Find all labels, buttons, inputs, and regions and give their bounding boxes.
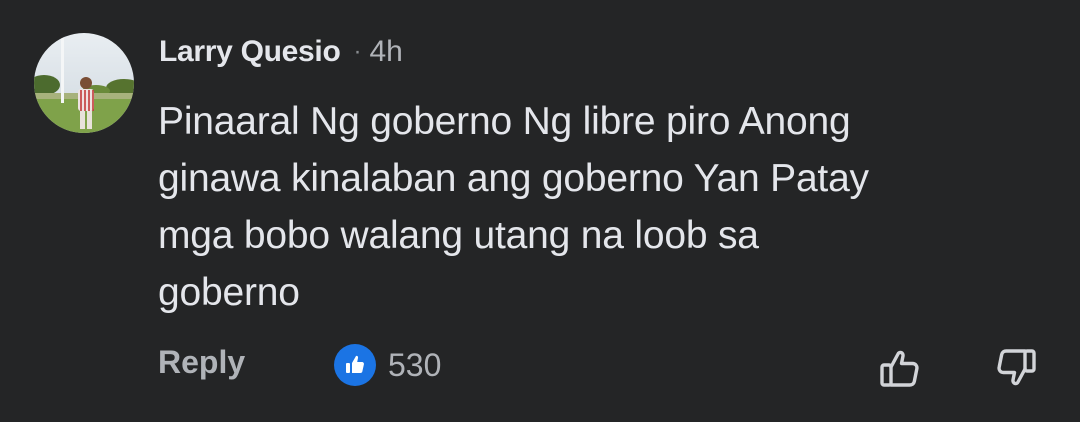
thumb-down-outline-icon [997, 349, 1036, 386]
comment-timestamp[interactable]: 4h [369, 35, 402, 69]
upvote-button[interactable] [878, 346, 922, 390]
avatar[interactable] [34, 33, 134, 133]
avatar-photo [34, 33, 134, 133]
comment-body: Pinaaral Ng goberno Ng libre piro Anong … [158, 100, 869, 314]
thumbs-up-icon [334, 344, 376, 386]
downvote-button[interactable] [994, 346, 1038, 390]
meta-separator: · [353, 38, 362, 65]
reaction-summary[interactable]: 530 [334, 343, 441, 387]
comment-header: Larry Quesio · 4h [159, 31, 403, 73]
reply-button[interactable]: Reply [158, 344, 245, 381]
like-count: 530 [388, 346, 442, 383]
thumb-up-outline-icon [880, 350, 919, 387]
author-name[interactable]: Larry Quesio [159, 35, 341, 69]
